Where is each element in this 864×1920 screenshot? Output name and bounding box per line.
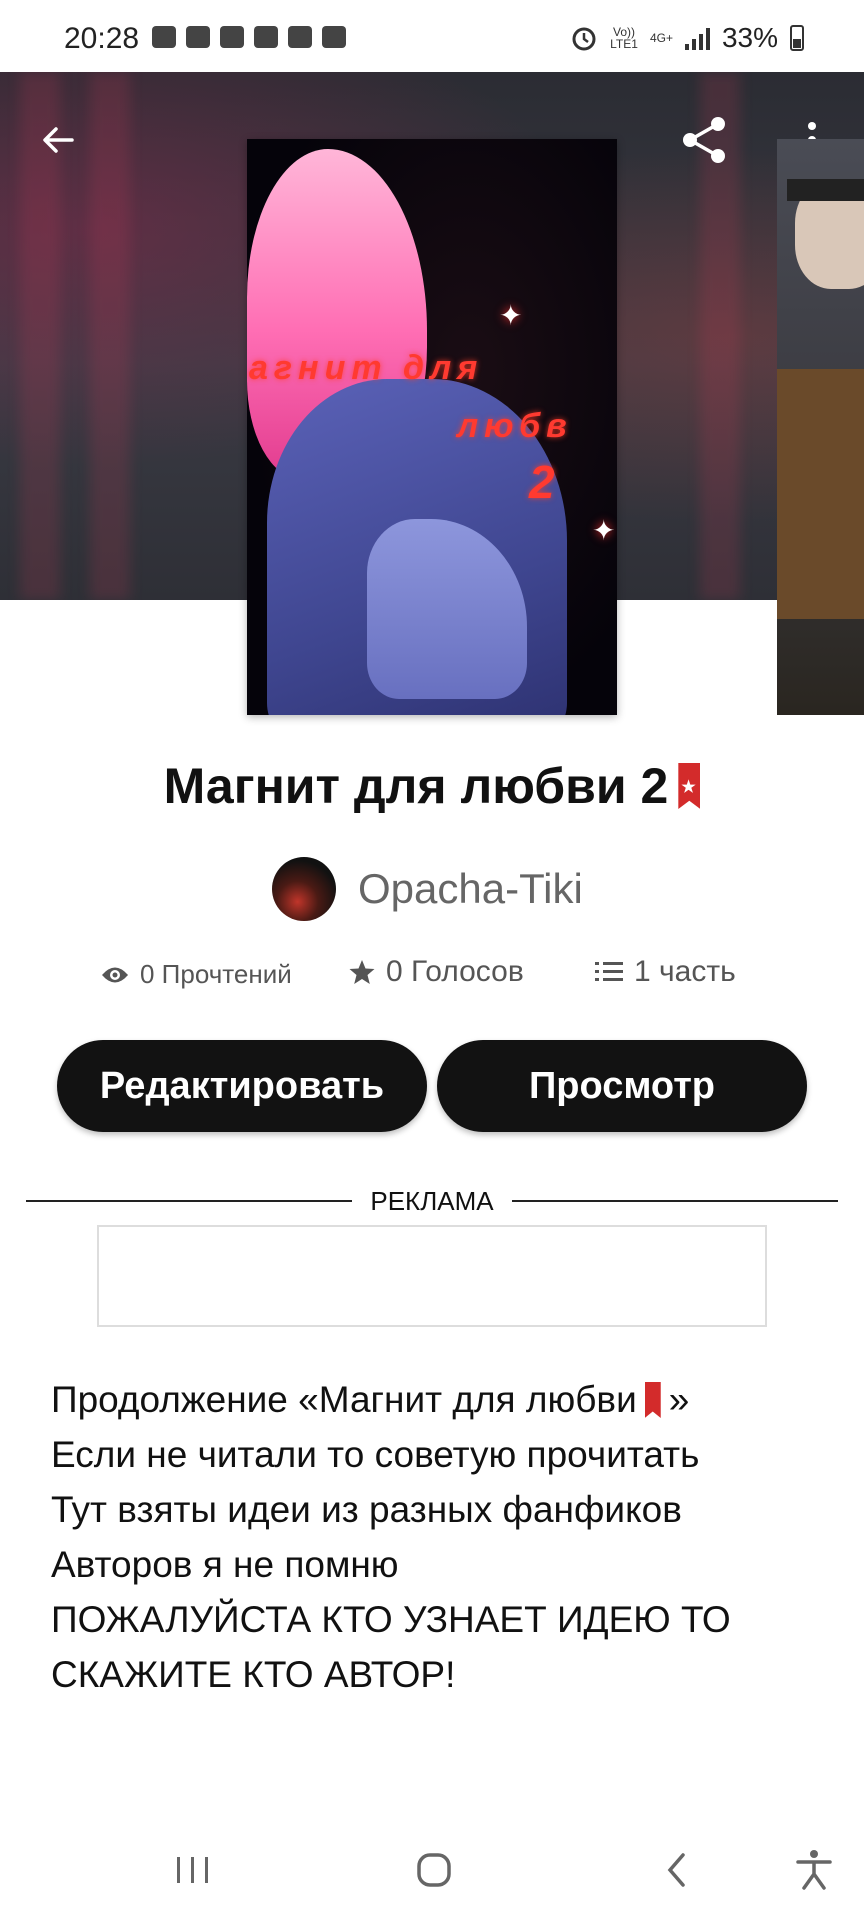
home-icon: [417, 1853, 451, 1887]
author-name[interactable]: Opacha-Tiki: [358, 865, 583, 913]
battery-percent: 33%: [721, 22, 778, 53]
votes-stat: 0 Голосов: [348, 955, 524, 989]
home-button[interactable]: [404, 1840, 464, 1900]
butterfly-icon: ✦: [592, 515, 616, 546]
next-story-cover[interactable]: [777, 139, 864, 715]
volte-indicator: Vo)) LTE1: [610, 25, 638, 51]
cover-title-line2: любв: [457, 407, 573, 445]
story-title: Магнит для любви 2: [0, 757, 864, 815]
description-line: Продолжение «Магнит для любви»: [51, 1379, 690, 1420]
story-cover[interactable]: ✦ ✦ агнит для любв 2: [247, 139, 617, 715]
notification-icons: [152, 26, 346, 48]
cover-title-line1: агнит для: [249, 349, 484, 387]
status-bar: 20:28 Vo)) LTE1 4G+ 33%: [0, 0, 864, 72]
arrow-left-icon: [43, 127, 74, 153]
accessibility-icon: [796, 1850, 832, 1890]
bookmark-icon: [678, 763, 701, 809]
reads-stat: 0 Прочтений: [100, 959, 292, 990]
star-icon: [349, 960, 375, 984]
description-line: Тут взяты идеи из разных фанфиков: [51, 1489, 682, 1530]
description-line: Если не читали то советую прочитать: [51, 1434, 700, 1475]
edit-button[interactable]: Редактировать: [57, 1040, 427, 1132]
share-button[interactable]: [676, 112, 732, 168]
alarm-icon: [572, 27, 596, 51]
description-line: ПОЖАЛУЙСТА КТО УЗНАЕТ ИДЕЮ ТО: [51, 1599, 731, 1640]
chevron-left-icon: [667, 1853, 685, 1887]
bookmark-icon: [644, 1382, 661, 1418]
app-square-icon: [288, 26, 312, 48]
parts-stat: 1 часть: [594, 955, 736, 989]
view-button[interactable]: Просмотр: [437, 1040, 807, 1132]
eye-icon: [102, 967, 128, 982]
system-nav-bar: [0, 1820, 864, 1920]
list-icon: [595, 962, 623, 981]
author-row[interactable]: Opacha-Tiki: [272, 857, 583, 921]
description-line: СКАЖИТЕ КТО АВТОР!: [51, 1654, 456, 1695]
butterfly-icon: ✦: [499, 300, 523, 331]
tiktok-icon: [186, 26, 210, 48]
avatar[interactable]: [272, 857, 336, 921]
back-button[interactable]: [30, 112, 86, 168]
status-time: 20:28: [64, 22, 140, 55]
data-type-indicator: 4G+: [649, 31, 673, 45]
cloud-icon: [322, 26, 346, 48]
recent-apps-icon: [177, 1857, 208, 1883]
ad-slot[interactable]: [97, 1225, 767, 1327]
accessibility-button[interactable]: [784, 1840, 844, 1900]
story-description: Продолжение «Магнит для любви» Если не ч…: [51, 1372, 831, 1702]
story-stats: 0 Прочтений 0 Голосов 1 часть: [100, 955, 800, 1005]
cover-title-line3: 2: [529, 456, 561, 508]
ad-divider: РЕКЛАМА: [26, 1186, 838, 1216]
recent-apps-button[interactable]: [163, 1840, 223, 1900]
description-line: Авторов я не помню: [51, 1544, 399, 1585]
app-w-icon: [254, 26, 278, 48]
message-icon: [152, 26, 176, 48]
battery-icon: [790, 25, 804, 51]
signal-icon: [684, 26, 710, 50]
back-nav-button[interactable]: [646, 1840, 706, 1900]
share-icon: [683, 117, 725, 163]
ad-label: РЕКЛАМА: [370, 1186, 494, 1216]
camera-icon: [220, 26, 244, 48]
status-right: Vo)) LTE1 4G+ 33%: [570, 22, 804, 54]
